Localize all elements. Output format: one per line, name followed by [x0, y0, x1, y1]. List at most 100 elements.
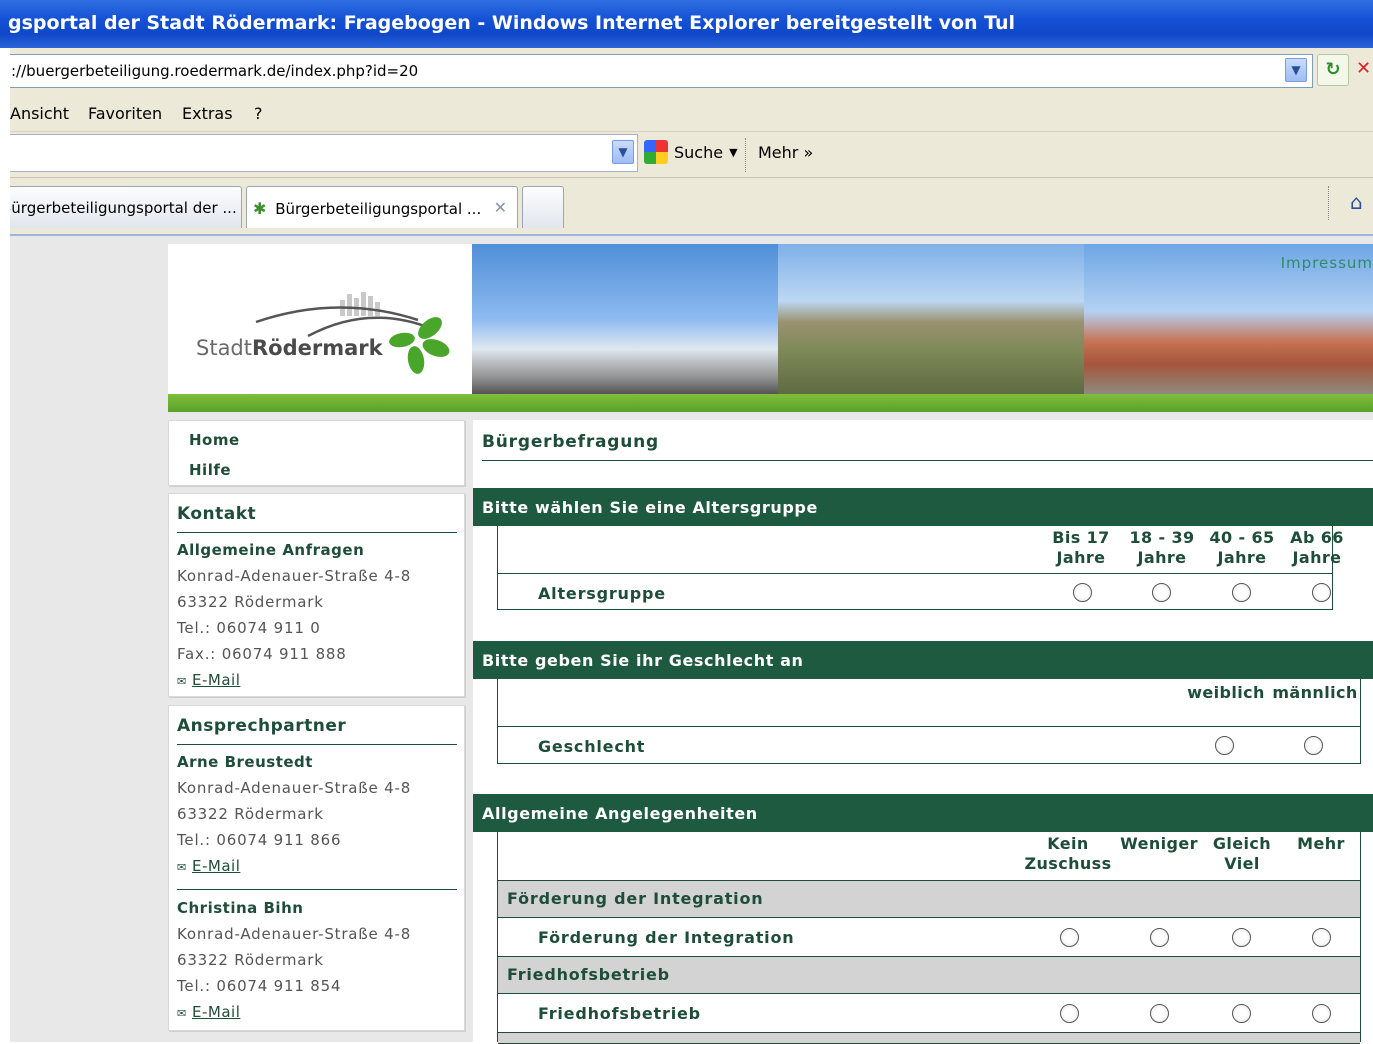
radio-gender-weiblich[interactable]	[1215, 736, 1234, 755]
group-label-friedhof: Friedhofsbetrieb	[507, 965, 670, 984]
chevron-down-icon: ▼	[729, 145, 738, 159]
mail-label: E-Mail	[192, 857, 241, 875]
contact-street: Konrad-Adenauer-Straße 4-8	[177, 567, 412, 585]
site-header: StadtRödermark Impressum	[168, 244, 1373, 412]
page-title: Bürgerbefragung	[482, 432, 660, 452]
col-header: Ab 66 Jahre	[1284, 528, 1350, 568]
radio-age-40-65[interactable]	[1232, 583, 1251, 602]
radio-age-bis17[interactable]	[1073, 583, 1092, 602]
age-table: Bis 17 Jahre 18 - 39 Jahre 40 - 65 Jahre…	[497, 526, 1343, 610]
mail-label: E-Mail	[192, 1003, 241, 1021]
contact-email-link[interactable]: ✉ E-Mail	[177, 671, 240, 689]
refresh-icon[interactable]: ↻	[1317, 54, 1349, 86]
radio-friedhof-weniger[interactable]	[1150, 1004, 1169, 1023]
person-phone: Tel.: 06074 911 854	[177, 977, 342, 995]
section-gender-heading: Bitte geben Sie ihr Geschlecht an	[473, 641, 1373, 679]
contacts-box: Ansprechpartner Arne Breustedt Konrad-Ad…	[168, 705, 465, 1031]
mail-icon: ✉	[177, 861, 187, 874]
leaf-icon: ✱	[253, 199, 267, 218]
logo-wordmark: StadtRödermark	[196, 336, 383, 360]
radio-integration-gleich[interactable]	[1232, 928, 1251, 947]
new-tab-button[interactable]	[522, 186, 564, 228]
window-title-bar: gsportal der Stadt Rödermark: Fragebogen…	[0, 0, 1373, 48]
row-label-geschlecht: Geschlecht	[538, 737, 646, 756]
address-input[interactable]: ://buergerbeteiligung.roedermark.de/inde…	[8, 54, 1313, 88]
search-provider-icon	[644, 140, 668, 164]
logo-mark-icon	[255, 292, 450, 374]
section-age-heading: Bitte wählen Sie eine Altersgruppe	[473, 488, 1373, 526]
search-dropdown-icon[interactable]: ▼	[612, 140, 634, 164]
person-city: 63322 Rödermark	[177, 951, 324, 969]
col-header-line: Ab 66	[1290, 528, 1344, 547]
person-name: Christina Bihn	[177, 899, 304, 917]
person-street: Konrad-Adenauer-Straße 4-8	[177, 925, 412, 943]
radio-friedhof-kein[interactable]	[1060, 1004, 1079, 1023]
site-logo[interactable]: StadtRödermark	[168, 244, 472, 394]
nav-box: Home Hilfe	[168, 420, 465, 486]
group-row: Friedhofsbetrieb	[498, 956, 1360, 994]
col-header-line: Jahre	[1137, 548, 1187, 567]
stop-icon[interactable]: ✕	[1356, 54, 1373, 86]
person-phone: Tel.: 06074 911 866	[177, 831, 342, 849]
search-button[interactable]: Suche ▼	[644, 140, 738, 164]
col-header: Mehr	[1284, 834, 1358, 854]
radio-gender-maennlich[interactable]	[1304, 736, 1323, 755]
more-button[interactable]: Mehr »	[758, 143, 813, 162]
radio-age-ab66[interactable]	[1312, 583, 1331, 602]
address-text: ://buergerbeteiligung.roedermark.de/inde…	[11, 62, 419, 80]
tab-portal-2[interactable]: ✱ Bürgerbeteiligungsportal ... ✕	[246, 186, 518, 228]
col-header: Kein Zuschuss	[1020, 834, 1116, 874]
radio-integration-mehr[interactable]	[1312, 928, 1331, 947]
col-header: 18 - 39 Jahre	[1124, 528, 1200, 568]
toolbar-separator	[745, 138, 747, 172]
col-header: männlich	[1270, 683, 1360, 703]
person-email-link[interactable]: ✉ E-Mail	[177, 857, 240, 875]
window-title: gsportal der Stadt Rödermark: Fragebogen…	[8, 12, 1016, 34]
gender-table: weiblich männlich Geschlecht	[497, 679, 1361, 764]
col-header: Gleich Viel	[1202, 834, 1282, 874]
person-email-link[interactable]: ✉ E-Mail	[177, 1003, 240, 1021]
col-header-line: 40 - 65	[1209, 528, 1275, 547]
contact-phone: Tel.: 06074 911 0	[177, 619, 321, 637]
tab-portal-1[interactable]: Bürgerbeteiligungsportal der ...	[0, 186, 242, 228]
col-header-line: Zuschuss	[1024, 854, 1112, 873]
col-header-line: Bis 17	[1052, 528, 1110, 547]
radio-friedhof-mehr[interactable]	[1312, 1004, 1331, 1023]
mail-label: E-Mail	[192, 671, 241, 689]
col-header-line: Weniger	[1120, 834, 1198, 853]
window-left-edge	[0, 48, 10, 1042]
search-label: Suche	[674, 142, 724, 162]
logo-prefix: Stadt	[196, 336, 252, 360]
close-icon[interactable]: ✕	[494, 198, 507, 217]
toolbar-search-input[interactable]	[8, 134, 638, 172]
col-header: 40 - 65 Jahre	[1203, 528, 1281, 568]
address-dropdown-icon[interactable]: ▼	[1285, 58, 1307, 82]
col-header-line: Jahre	[1056, 548, 1106, 567]
gender-table-header: weiblich männlich	[498, 679, 1360, 727]
menu-help[interactable]: ?	[254, 104, 263, 123]
radio-integration-kein[interactable]	[1060, 928, 1079, 947]
general-table-header: Kein Zuschuss Weniger Gleich Viel Mehr	[498, 832, 1360, 880]
col-header-line: Viel	[1224, 854, 1260, 873]
menu-favoriten[interactable]: Favoriten	[88, 104, 162, 123]
home-icon[interactable]: ⌂	[1350, 190, 1372, 214]
row-label-friedhof: Friedhofsbetrieb	[538, 1004, 701, 1023]
mail-icon: ✉	[177, 1007, 187, 1020]
radio-friedhof-gleich[interactable]	[1232, 1004, 1251, 1023]
mail-icon: ✉	[177, 675, 187, 688]
person-divider	[177, 889, 457, 890]
nav-hilfe[interactable]: Hilfe	[189, 461, 231, 479]
contact-box: Kontakt Allgemeine Anfragen Konrad-Adena…	[168, 493, 465, 697]
impressum-link[interactable]: Impressum	[1281, 254, 1373, 272]
menu-ansicht[interactable]: Ansicht	[10, 104, 69, 123]
menu-extras[interactable]: Extras	[182, 104, 233, 123]
tab-label: Bürgerbeteiligungsportal der ...	[1, 199, 237, 217]
col-header-line: männlich	[1272, 683, 1358, 702]
col-header-line: Gleich	[1212, 834, 1272, 853]
header-photo-church	[472, 244, 778, 394]
person-name: Arne Breustedt	[177, 753, 313, 771]
radio-age-18-39[interactable]	[1152, 583, 1171, 602]
nav-home[interactable]: Home	[189, 431, 240, 449]
contact-city: 63322 Rödermark	[177, 593, 324, 611]
radio-integration-weniger[interactable]	[1150, 928, 1169, 947]
